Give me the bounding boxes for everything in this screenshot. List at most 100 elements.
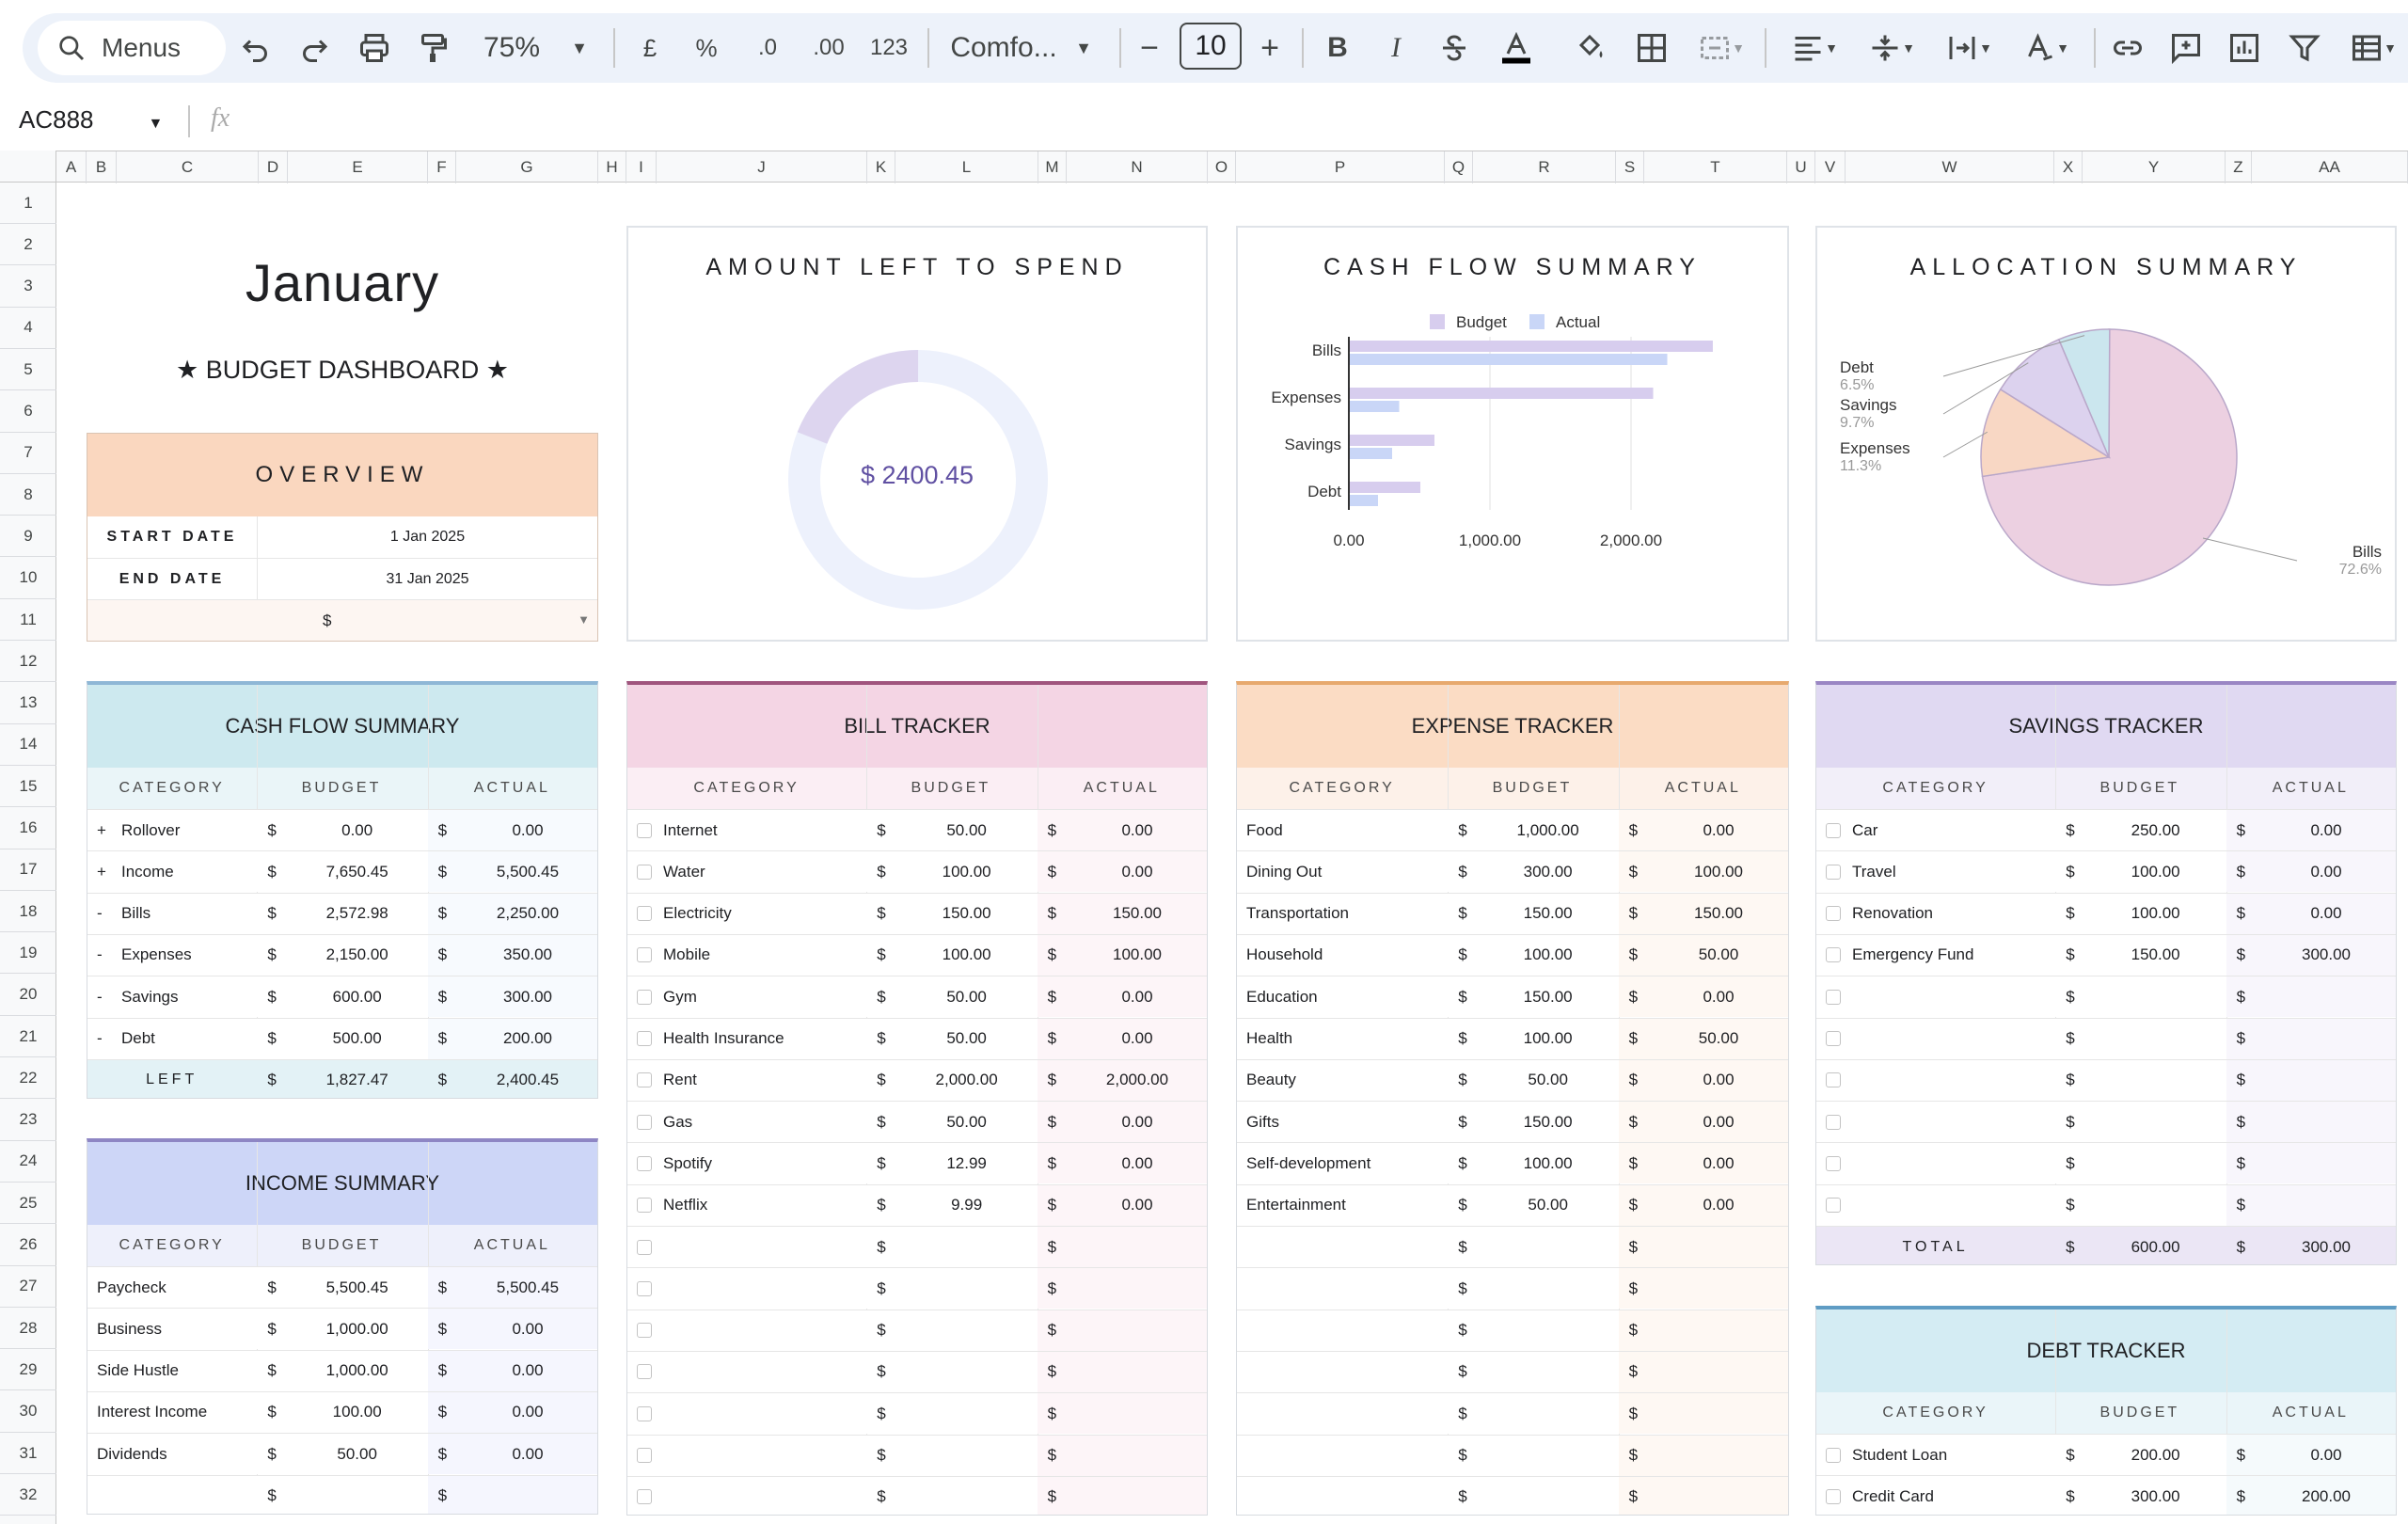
table-row[interactable]: Netflix $9.99 $0.00 <box>627 1183 1207 1226</box>
font-size-increase-button[interactable]: + <box>1255 13 1285 83</box>
checkbox[interactable] <box>637 1114 652 1130</box>
actual-value[interactable]: 0.00 <box>2279 863 2373 881</box>
row-header-26[interactable]: 26 <box>0 1225 56 1266</box>
column-header-n[interactable]: N <box>1067 151 1208 183</box>
table-row[interactable]: Health $100.00 $50.00 <box>1237 1017 1788 1059</box>
actual-value[interactable]: 100.00 <box>1090 945 1184 964</box>
budget-value[interactable]: 50.00 <box>920 988 1014 1007</box>
column-header-s[interactable]: S <box>1616 151 1644 183</box>
borders-icon[interactable] <box>1633 13 1671 83</box>
actual-value[interactable]: 0.00 <box>1671 1113 1766 1132</box>
actual-value[interactable]: 100.00 <box>1671 863 1766 881</box>
row-header-19[interactable]: 19 <box>0 932 56 975</box>
table-row[interactable]: Electricity $150.00 $150.00 <box>627 892 1207 934</box>
row-header-22[interactable]: 22 <box>0 1057 56 1100</box>
increase-decimal-button[interactable]: .00 <box>805 13 852 83</box>
table-row[interactable]: Education $150.00 $0.00 <box>1237 976 1788 1018</box>
table-row[interactable]: Household $100.00 $50.00 <box>1237 933 1788 976</box>
checkbox[interactable] <box>1826 1447 1841 1463</box>
actual-value[interactable]: 0.00 <box>1671 988 1766 1007</box>
actual-value[interactable]: 0.00 <box>481 1445 575 1464</box>
budget-value[interactable]: 150.00 <box>1501 988 1595 1007</box>
table-row[interactable]: Food $1,000.00 $0.00 <box>1237 809 1788 850</box>
row-header-29[interactable]: 29 <box>0 1349 56 1391</box>
table-row[interactable]: Self-development $100.00 $0.00 <box>1237 1142 1788 1184</box>
checkbox[interactable] <box>637 1489 652 1505</box>
row-header-6[interactable]: 6 <box>0 391 56 433</box>
table-row[interactable]: $ $ <box>1237 1350 1788 1392</box>
chart-icon[interactable] <box>2226 13 2263 83</box>
budget-value[interactable]: 250.00 <box>2109 821 2203 840</box>
font-size-decrease-button[interactable]: − <box>1134 13 1164 83</box>
budget-value[interactable]: 50.00 <box>920 821 1014 840</box>
row-header-3[interactable]: 3 <box>0 266 56 308</box>
table-row[interactable]: Dividends $50.00 $0.00 <box>87 1433 597 1475</box>
actual-value[interactable]: 0.00 <box>2279 904 2373 923</box>
checkbox[interactable] <box>637 1448 652 1463</box>
table-row[interactable]: Water $100.00 $0.00 <box>627 850 1207 893</box>
row-header-13[interactable]: 13 <box>0 683 56 724</box>
checkbox[interactable] <box>637 864 652 880</box>
percent-button[interactable]: % <box>692 13 721 83</box>
chevron-down-icon[interactable]: ▼ <box>149 116 164 132</box>
actual-value[interactable]: 2,250.00 <box>481 904 575 923</box>
row-header-12[interactable]: 12 <box>0 641 56 683</box>
row-header-1[interactable]: 1 <box>0 183 56 224</box>
table-row[interactable]: Gifts $150.00 $0.00 <box>1237 1101 1788 1143</box>
fill-color-icon[interactable] <box>1571 13 1608 83</box>
name-box[interactable]: AC888 ▼ <box>19 105 163 135</box>
zoom-select[interactable]: 75% <box>474 13 549 83</box>
checkbox[interactable] <box>637 1280 652 1296</box>
column-header-t[interactable]: T <box>1644 151 1787 183</box>
table-icon[interactable]: ▼ <box>2340 13 2406 83</box>
table-row[interactable]: $ $ <box>1237 1309 1788 1351</box>
column-header-h[interactable]: H <box>598 151 626 183</box>
actual-value[interactable]: 150.00 <box>1671 904 1766 923</box>
budget-value[interactable]: 2,150.00 <box>310 945 404 964</box>
table-row[interactable]: Dining Out $300.00 $100.00 <box>1237 850 1788 893</box>
table-row[interactable]: $ $ <box>627 1267 1207 1310</box>
actual-value[interactable]: 0.00 <box>1090 1154 1184 1173</box>
budget-value[interactable]: 100.00 <box>310 1403 404 1421</box>
checkbox[interactable] <box>1826 1031 1841 1046</box>
table-row[interactable]: $ $ <box>1816 1101 2396 1143</box>
row-header-2[interactable]: 2 <box>0 224 56 266</box>
text-color-icon[interactable] <box>1496 13 1537 83</box>
budget-value[interactable]: 100.00 <box>2109 904 2203 923</box>
italic-button[interactable]: I <box>1379 13 1413 83</box>
row-header-4[interactable]: 4 <box>0 308 56 349</box>
budget-value[interactable]: 0.00 <box>310 821 404 840</box>
table-row[interactable]: $ $ <box>627 1309 1207 1351</box>
row-header-25[interactable]: 25 <box>0 1183 56 1225</box>
budget-value[interactable]: 150.00 <box>2109 945 2203 964</box>
chevron-down-icon[interactable]: ▼ <box>578 612 590 627</box>
column-header-q[interactable]: Q <box>1445 151 1473 183</box>
budget-value[interactable]: 50.00 <box>1501 1071 1595 1089</box>
budget-value[interactable]: 2,572.98 <box>310 904 404 923</box>
column-header-w[interactable]: W <box>1846 151 2054 183</box>
actual-value[interactable]: 5,500.45 <box>481 863 575 881</box>
actual-value[interactable]: 0.00 <box>1090 988 1184 1007</box>
row-header-9[interactable]: 9 <box>0 516 56 558</box>
actual-value[interactable]: 0.00 <box>1090 821 1184 840</box>
row-header-15[interactable]: 15 <box>0 766 56 808</box>
table-row[interactable]: $ $ <box>627 1350 1207 1392</box>
checkbox[interactable] <box>1826 1114 1841 1130</box>
row-header-14[interactable]: 14 <box>0 724 56 766</box>
menus-search[interactable]: Menus <box>38 21 226 75</box>
budget-value[interactable]: 7,650.45 <box>310 863 404 881</box>
checkbox[interactable] <box>1826 906 1841 922</box>
table-row[interactable]: Spotify $12.99 $0.00 <box>627 1142 1207 1184</box>
actual-value[interactable]: 0.00 <box>1090 1113 1184 1132</box>
table-row[interactable]: $ $ <box>1816 1183 2396 1226</box>
checkbox[interactable] <box>1826 822 1841 838</box>
budget-value[interactable]: 600.00 <box>310 988 404 1007</box>
actual-value[interactable]: 0.00 <box>1671 1154 1766 1173</box>
budget-value[interactable]: 150.00 <box>920 904 1014 923</box>
actual-value[interactable]: 200.00 <box>2279 1487 2373 1506</box>
checkbox[interactable] <box>637 1155 652 1171</box>
actual-value[interactable]: 150.00 <box>1090 904 1184 923</box>
column-header-x[interactable]: X <box>2054 151 2083 183</box>
budget-value[interactable]: 50.00 <box>1501 1196 1595 1214</box>
actual-value[interactable]: 300.00 <box>2279 945 2373 964</box>
